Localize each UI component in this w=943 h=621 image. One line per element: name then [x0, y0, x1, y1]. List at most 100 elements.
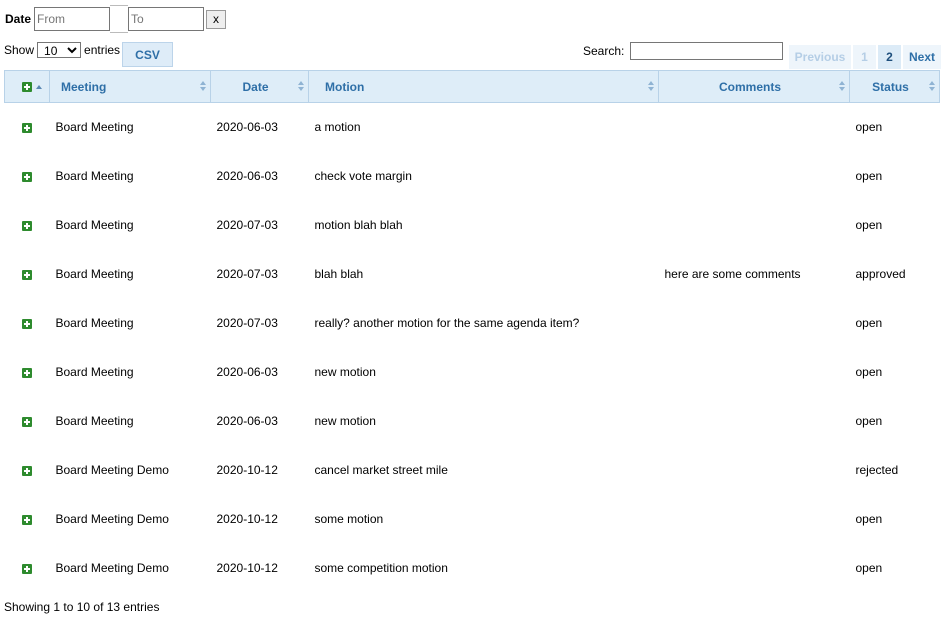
- column-header-label: Status: [872, 79, 909, 94]
- column-header-comments[interactable]: Comments: [658, 70, 850, 103]
- date-cell: 2020-06-03: [216, 365, 278, 379]
- motion-cell: really? another motion for the same agen…: [314, 316, 580, 330]
- comments-cell: [659, 544, 850, 593]
- next-page-button[interactable]: Next: [903, 45, 941, 69]
- status-cell: rejected: [855, 463, 899, 477]
- motion-cell: blah blah: [314, 267, 364, 281]
- search-input[interactable]: [630, 42, 784, 60]
- motion-cell: check vote margin: [314, 169, 412, 183]
- date-range-separator: [110, 5, 129, 33]
- sort-arrows-icon: [839, 81, 845, 93]
- table-row: Board Meeting 2020-06-03 check vote marg…: [5, 152, 940, 201]
- status-cell: open: [855, 561, 883, 575]
- meeting-cell: Board Meeting: [55, 365, 134, 379]
- status-cell: open: [855, 365, 883, 379]
- expand-row-cell[interactable]: [5, 397, 50, 446]
- comments-cell: [659, 495, 850, 544]
- comments-cell: [659, 397, 850, 446]
- status-cell: open: [855, 169, 883, 183]
- date-filter-label: Date: [5, 12, 32, 26]
- previous-page-button[interactable]: Previous: [789, 45, 851, 69]
- date-cell: 2020-07-03: [216, 218, 278, 232]
- table-row: Board Meeting 2020-06-03 new motion open: [5, 348, 940, 397]
- motion-cell: some competition motion: [314, 561, 448, 575]
- column-header-label: Meeting: [61, 79, 107, 94]
- clear-date-button[interactable]: x: [206, 9, 227, 29]
- date-from-input[interactable]: [34, 7, 111, 31]
- date-cell: 2020-06-03: [216, 169, 278, 183]
- plus-square-icon[interactable]: [22, 416, 32, 427]
- table-row: Board Meeting 2020-07-03 motion blah bla…: [5, 201, 940, 250]
- table-row: Board Meeting 2020-06-03 a motion open: [5, 103, 940, 152]
- plus-square-icon[interactable]: [22, 171, 32, 182]
- motion-cell: some motion: [314, 512, 384, 526]
- date-to-input[interactable]: [128, 7, 205, 31]
- plus-square-icon[interactable]: [22, 465, 32, 476]
- search-control: Search:: [583, 42, 784, 60]
- page-2-button[interactable]: 2: [878, 45, 901, 69]
- expand-row-cell[interactable]: [5, 201, 50, 250]
- date-cell: 2020-10-12: [216, 512, 278, 526]
- motion-cell: new motion: [314, 414, 376, 428]
- status-cell: open: [855, 414, 883, 428]
- meeting-cell: Board Meeting Demo: [55, 561, 169, 575]
- page-1-button[interactable]: 1: [853, 45, 876, 69]
- expand-row-cell[interactable]: [5, 348, 50, 397]
- motions-table: Meeting Date Motion Comments Status Boar…: [4, 70, 940, 593]
- table-row: Board Meeting 2020-07-03 blah blah here …: [5, 250, 940, 299]
- status-cell: open: [855, 316, 883, 330]
- column-header-meeting[interactable]: Meeting: [49, 70, 211, 103]
- meeting-cell: Board Meeting: [55, 267, 134, 281]
- expand-row-cell[interactable]: [5, 544, 50, 593]
- meeting-cell: Board Meeting Demo: [55, 463, 169, 477]
- expand-all-header[interactable]: [4, 70, 50, 103]
- expand-row-cell[interactable]: [5, 250, 50, 299]
- status-cell: open: [855, 512, 883, 526]
- table-info: Showing 1 to 10 of 13 entries: [4, 600, 160, 614]
- csv-export-button[interactable]: CSV: [122, 42, 173, 67]
- show-label: Show: [4, 43, 35, 57]
- comments-cell: [659, 299, 850, 348]
- table-row: Board Meeting 2020-06-03 new motion open: [5, 397, 940, 446]
- plus-square-icon[interactable]: [22, 367, 32, 378]
- motion-cell: a motion: [314, 120, 361, 135]
- plus-square-icon[interactable]: [22, 318, 32, 329]
- sort-arrows-icon: [200, 81, 206, 93]
- column-header-date[interactable]: Date: [210, 70, 309, 103]
- status-cell: open: [855, 218, 883, 232]
- plus-square-icon[interactable]: [22, 563, 32, 574]
- meeting-cell: Board Meeting: [55, 169, 134, 183]
- plus-square-icon[interactable]: [22, 514, 32, 525]
- date-cell: 2020-06-03: [216, 120, 278, 135]
- search-label: Search:: [583, 44, 625, 58]
- entries-label: entries: [84, 43, 121, 57]
- plus-square-icon[interactable]: [22, 123, 32, 134]
- plus-square-icon[interactable]: [22, 220, 32, 231]
- table-row: Board Meeting Demo 2020-10-12 some motio…: [5, 495, 940, 544]
- motion-cell: new motion: [314, 365, 376, 379]
- date-cell: 2020-06-03: [216, 414, 278, 428]
- sort-arrows-icon: [298, 81, 304, 93]
- comments-cell: [659, 152, 850, 201]
- meeting-cell: Board Meeting: [55, 316, 134, 330]
- meeting-cell: Board Meeting: [55, 414, 134, 428]
- date-cell: 2020-10-12: [216, 463, 278, 477]
- comments-cell: [659, 201, 850, 250]
- meeting-cell: Board Meeting: [55, 218, 134, 232]
- table-header-row: Meeting Date Motion Comments Status: [4, 70, 940, 103]
- expand-row-cell[interactable]: [5, 103, 50, 152]
- comments-cell: [659, 348, 850, 397]
- table-row: Board Meeting Demo 2020-10-12 some compe…: [5, 544, 940, 593]
- entries-select[interactable]: 10: [37, 42, 82, 58]
- expand-row-cell[interactable]: [5, 446, 50, 495]
- plus-square-icon[interactable]: [22, 82, 32, 92]
- expand-row-cell[interactable]: [5, 495, 50, 544]
- plus-square-icon[interactable]: [22, 269, 32, 280]
- expand-row-cell[interactable]: [5, 152, 50, 201]
- column-header-status[interactable]: Status: [849, 70, 940, 103]
- date-cell: 2020-07-03: [216, 267, 278, 281]
- expand-row-cell[interactable]: [5, 299, 50, 348]
- column-header-motion[interactable]: Motion: [308, 70, 659, 103]
- table-row: Board Meeting 2020-07-03 really? another…: [5, 299, 940, 348]
- pagination: Previous 1 2 Next: [789, 45, 941, 69]
